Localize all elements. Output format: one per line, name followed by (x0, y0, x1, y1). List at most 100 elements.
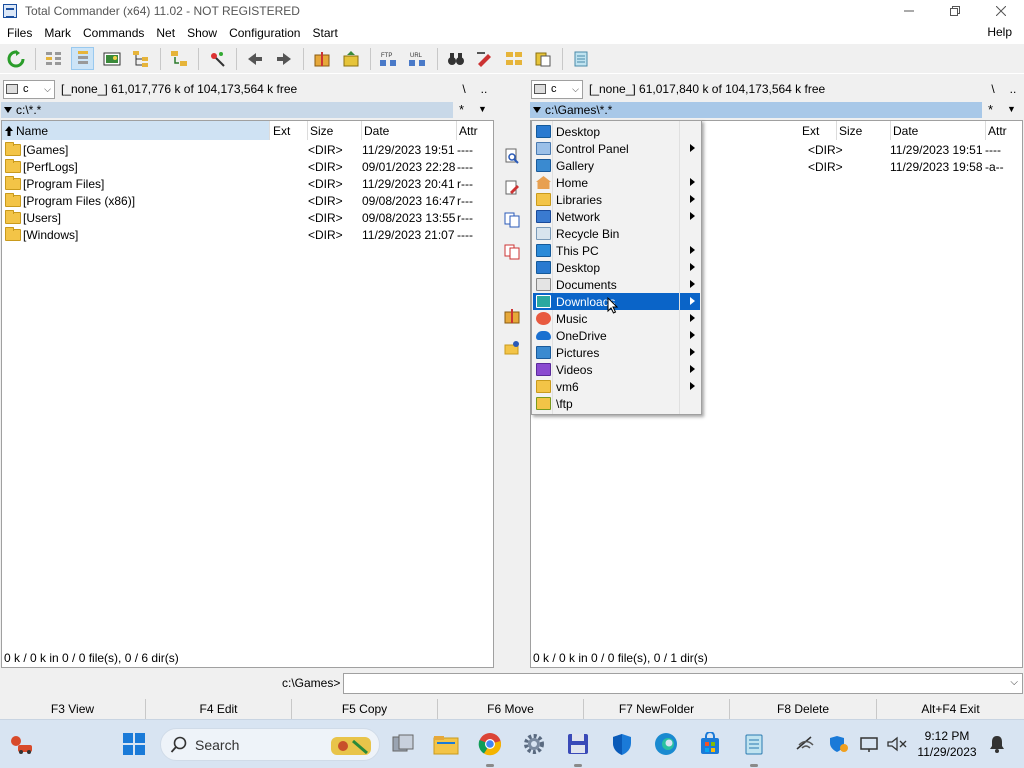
column-header-name[interactable]: Name (2, 121, 270, 140)
hotlist-item-desktop-2[interactable]: Desktop (533, 259, 700, 276)
menu-net[interactable]: Net (150, 26, 181, 40)
right-filter-button[interactable]: * (988, 102, 993, 117)
hotlist-item-control-panel[interactable]: Control Panel (533, 140, 700, 157)
menu-files[interactable]: Files (0, 26, 38, 40)
display-tray-button[interactable] (857, 731, 883, 757)
hotlist-item-network[interactable]: Network (533, 208, 700, 225)
file-row[interactable]: <DIR> 11/29/2023 19:58 -a-- (808, 158, 1004, 175)
menu-show[interactable]: Show (181, 26, 223, 40)
f7-newfolder-button[interactable]: F7 NewFolder (584, 699, 730, 719)
column-header-date[interactable]: Date (891, 121, 986, 140)
sync-dirs-button[interactable] (167, 47, 190, 70)
defender-tray-button[interactable] (826, 731, 852, 757)
hotlist-item-this-pc[interactable]: This PC (533, 242, 700, 259)
thumbnails-button[interactable] (100, 47, 123, 70)
left-drive-dropdown[interactable]: c ⌵ (3, 79, 55, 99)
taskbar-search-box[interactable]: Search (160, 728, 380, 761)
notepad-button[interactable] (569, 47, 592, 70)
menu-help[interactable]: Help (981, 25, 1018, 39)
back-button[interactable] (243, 47, 266, 70)
minimize-button[interactable] (886, 0, 932, 22)
column-header-attr[interactable]: Attr (986, 121, 1023, 140)
unpack-button[interactable] (339, 47, 362, 70)
menu-mark[interactable]: Mark (38, 26, 77, 40)
hotlist-item-recycle-bin[interactable]: Recycle Bin (533, 225, 700, 242)
close-button[interactable] (978, 0, 1024, 22)
left-hotlist-arrow-icon[interactable]: ▼ (478, 104, 487, 114)
f4-edit-button[interactable]: F4 Edit (146, 699, 292, 719)
left-up-button[interactable]: .. (474, 82, 494, 96)
column-header-attr[interactable]: Attr (457, 121, 494, 140)
file-row[interactable]: <DIR> 11/29/2023 19:51 ---- (808, 141, 1001, 158)
tree-view-button[interactable] (129, 47, 152, 70)
left-path-bar[interactable]: c:\*.* (1, 102, 453, 118)
network-tray-button[interactable] (793, 731, 819, 757)
move-files-button[interactable] (502, 242, 522, 262)
file-explorer-button[interactable] (433, 731, 459, 757)
notepad-taskbar-button[interactable] (741, 731, 767, 757)
hotlist-item-onedrive[interactable]: OneDrive (533, 327, 700, 344)
file-row[interactable]: [Program Files] <DIR> 11/29/2023 20:41 r… (5, 175, 493, 192)
column-header-ext[interactable]: Ext (799, 121, 837, 140)
hotlist-item-videos[interactable]: Videos (533, 361, 700, 378)
forward-button[interactable] (272, 47, 295, 70)
left-filter-button[interactable]: * (459, 102, 464, 117)
store-button[interactable] (697, 731, 723, 757)
file-row[interactable]: [PerfLogs] <DIR> 09/01/2023 22:28 ---- (5, 158, 493, 175)
right-drive-dropdown[interactable]: c ⌵ (531, 79, 583, 99)
copy-files-button[interactable] (502, 210, 522, 230)
menu-start[interactable]: Start (306, 26, 343, 40)
column-header-date[interactable]: Date (362, 121, 457, 140)
hotlist-item-desktop[interactable]: Desktop (533, 123, 700, 140)
f6-move-button[interactable]: F6 Move (438, 699, 584, 719)
widgets-button[interactable] (8, 731, 34, 757)
pack-files-button[interactable] (502, 306, 522, 326)
menu-commands[interactable]: Commands (77, 26, 150, 40)
f3-view-button[interactable]: F3 View (0, 699, 146, 719)
hotlist-item-pictures[interactable]: Pictures (533, 344, 700, 361)
edit-file-button[interactable] (502, 178, 522, 198)
hotlist-item-documents[interactable]: Documents (533, 276, 700, 293)
pack-button[interactable] (310, 47, 333, 70)
maximize-button[interactable] (932, 0, 978, 22)
total-commander-app-icon[interactable] (3, 4, 17, 18)
hotlist-item-vm6[interactable]: vm6 (533, 378, 700, 395)
menu-configuration[interactable]: Configuration (223, 26, 306, 40)
save-app-button[interactable] (565, 731, 591, 757)
hotlist-item-libraries[interactable]: Libraries (533, 191, 700, 208)
file-row[interactable]: [Games] <DIR> 11/29/2023 19:51 ---- (5, 141, 493, 158)
brief-view-button[interactable] (42, 47, 65, 70)
notifications-button[interactable] (984, 731, 1010, 757)
task-view-button[interactable] (390, 731, 416, 757)
f5-copy-button[interactable]: F5 Copy (292, 699, 438, 719)
system-clock[interactable]: 9:12 PM 11/29/2023 (916, 728, 978, 760)
security-button[interactable] (609, 731, 635, 757)
multi-rename-button[interactable] (473, 47, 496, 70)
column-header-size[interactable]: Size (837, 121, 891, 140)
ftp-connect-button[interactable]: FTP (377, 47, 400, 70)
command-line-input[interactable]: ⌵ (343, 673, 1023, 694)
chrome-button[interactable] (477, 731, 503, 757)
left-root-button[interactable]: \ (454, 82, 474, 96)
chevron-down-icon[interactable]: ⌵ (1010, 677, 1018, 688)
hotlist-item-gallery[interactable]: Gallery (533, 157, 700, 174)
new-folder-button[interactable] (502, 338, 522, 358)
column-header-ext[interactable]: Ext (270, 121, 308, 140)
column-header-size[interactable]: Size (308, 121, 362, 140)
url-button[interactable]: URL (406, 47, 429, 70)
start-button[interactable] (121, 731, 147, 757)
file-row[interactable]: [Program Files (x86)] <DIR> 09/08/2023 1… (5, 192, 493, 209)
file-row[interactable]: [Windows] <DIR> 11/29/2023 21:07 ---- (5, 226, 493, 243)
alt-f4-exit-button[interactable]: Alt+F4 Exit (877, 699, 1024, 719)
hotlist-item-home[interactable]: Home (533, 174, 700, 191)
right-root-button[interactable]: \ (983, 82, 1003, 96)
select-files-button[interactable] (205, 47, 228, 70)
right-up-button[interactable]: .. (1003, 82, 1023, 96)
volume-tray-button[interactable] (884, 731, 910, 757)
f8-delete-button[interactable]: F8 Delete (730, 699, 877, 719)
view-file-button[interactable] (502, 146, 522, 166)
edge-button[interactable] (653, 731, 679, 757)
copy-names-button[interactable] (531, 47, 554, 70)
right-path-bar[interactable]: c:\Games\*.* (530, 102, 982, 118)
hotlist-item-ftp[interactable]: \ftp (533, 395, 700, 412)
